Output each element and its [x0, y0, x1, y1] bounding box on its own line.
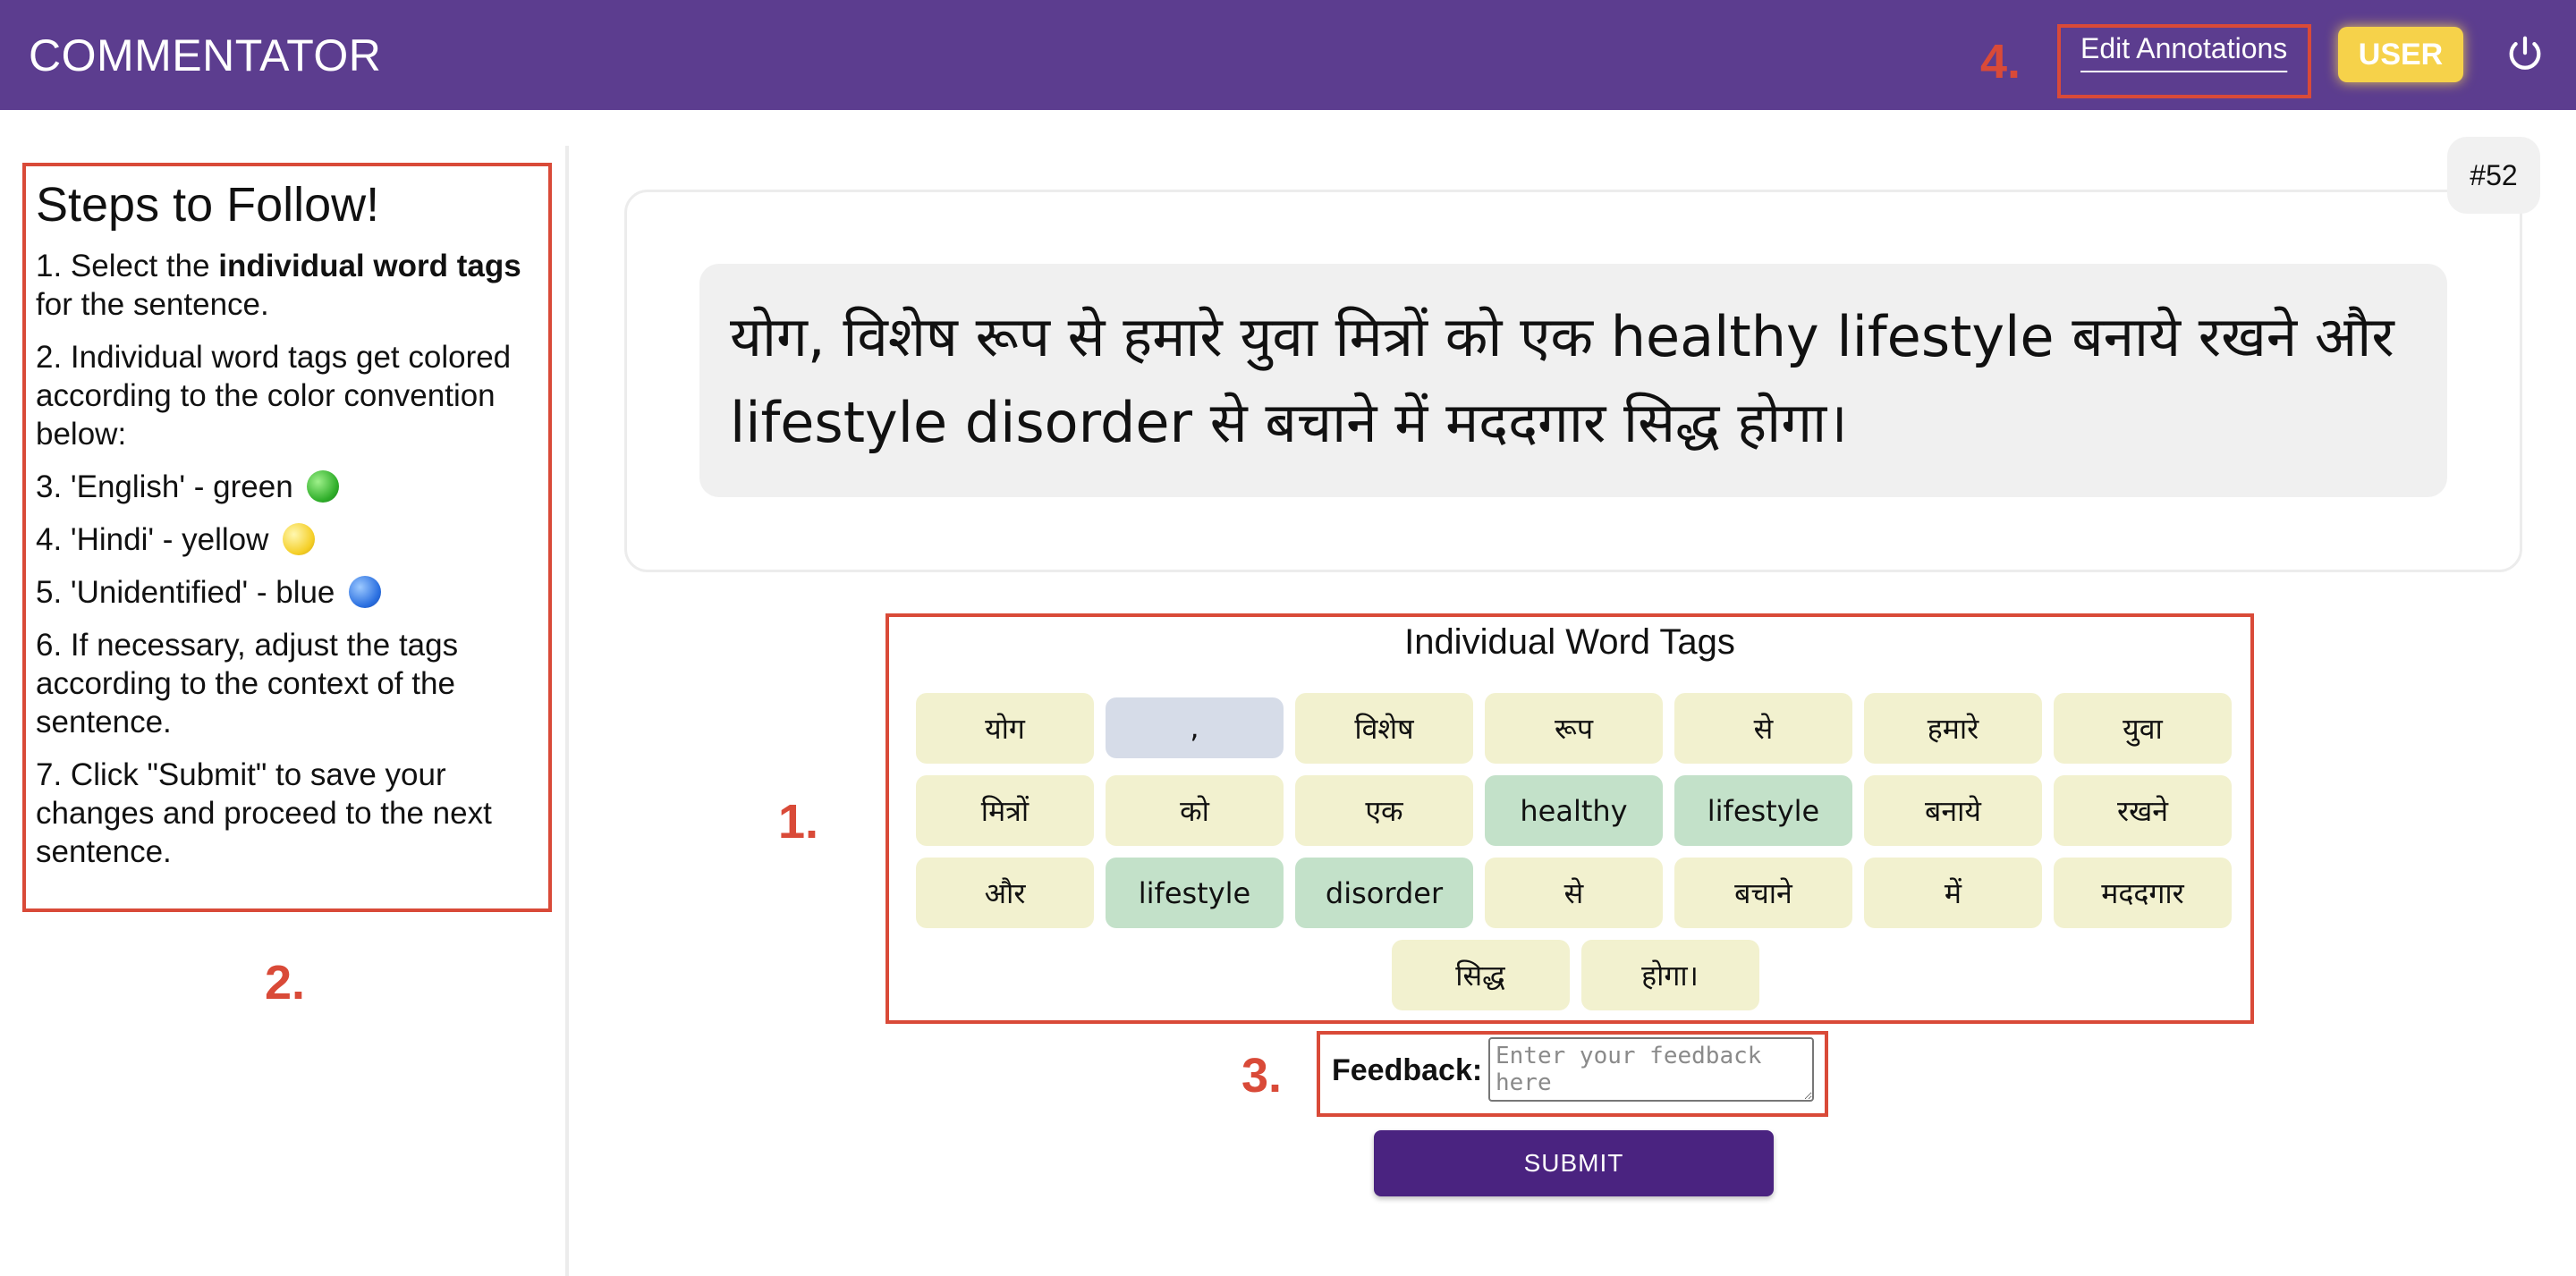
yellow-circle-icon	[283, 523, 316, 555]
word-tag[interactable]: में	[1864, 858, 2042, 928]
submit-button[interactable]: SUBMIT	[1374, 1130, 1774, 1196]
word-tag[interactable]: बचाने	[1674, 858, 1852, 928]
word-tag[interactable]: ,	[1106, 697, 1284, 758]
sentence-number-badge: #52	[2447, 137, 2540, 214]
step-1-text-bold: individual word tags	[218, 249, 521, 283]
word-tag[interactable]: मददगार	[2054, 858, 2232, 928]
step-5-text: 5. 'Unidentified' - blue	[36, 575, 335, 610]
step-1: 1. Select the individual word tags for t…	[36, 247, 546, 324]
word-tag[interactable]: से	[1485, 858, 1663, 928]
annotation-number-4: 4.	[1980, 35, 2021, 89]
step-4-text: 4. 'Hindi' - yellow	[36, 522, 269, 557]
word-tag[interactable]: रखने	[2054, 775, 2232, 846]
steps-panel: Steps to Follow! 1. Select the individua…	[36, 177, 546, 885]
word-tag[interactable]: सिद्ध	[1391, 940, 1570, 1010]
blue-circle-icon	[349, 576, 382, 608]
step-1-text-pre: 1. Select the	[36, 249, 219, 283]
word-tag[interactable]: हमारे	[1864, 693, 2042, 764]
user-badge[interactable]: USER	[2338, 27, 2463, 82]
step-7: 7. Click "Submit" to save your changes a…	[36, 757, 492, 869]
word-tag[interactable]: lifestyle	[1106, 858, 1284, 928]
step-3: 3. 'English' - green	[36, 468, 546, 506]
word-tag[interactable]: एक	[1295, 775, 1473, 846]
step-1-text-post: for the sentence.	[36, 287, 269, 322]
step-5: 5. 'Unidentified' - blue	[36, 573, 546, 612]
step-4: 4. 'Hindi' - yellow	[36, 520, 546, 559]
word-tag[interactable]: और	[916, 858, 1094, 928]
steps-title: Steps to Follow!	[36, 178, 380, 232]
step-3-text: 3. 'English' - green	[36, 469, 293, 504]
panel-divider	[565, 146, 569, 1276]
word-tag[interactable]: healthy	[1485, 775, 1663, 846]
green-circle-icon	[307, 470, 340, 503]
word-tag[interactable]: विशेष	[1295, 693, 1473, 764]
feedback-input[interactable]	[1488, 1037, 1814, 1102]
word-tag[interactable]: को	[1106, 775, 1284, 846]
power-icon[interactable]	[2504, 34, 2546, 75]
annotation-number-3: 3.	[1241, 1049, 1283, 1103]
word-tag[interactable]: योग	[916, 693, 1094, 764]
annotation-number-2: 2.	[265, 956, 306, 1010]
annotation-number-1: 1.	[778, 795, 819, 849]
word-tag[interactable]: होगा।	[1580, 940, 1759, 1010]
word-tag[interactable]: युवा	[2054, 693, 2232, 764]
page: COMMENTATOR Edit Annotations USER 4. Ste…	[0, 0, 2576, 1276]
word-tag[interactable]: रूप	[1485, 693, 1663, 764]
feedback-label: Feedback:	[1332, 1053, 1483, 1087]
app-title: COMMENTATOR	[29, 30, 382, 80]
word-tag[interactable]: lifestyle	[1674, 775, 1852, 846]
word-tag[interactable]: मित्रों	[916, 775, 1094, 846]
sentence-text: योग, विशेष रूप से हमारे युवा मित्रों को …	[699, 264, 2447, 497]
word-tags-title: Individual Word Tags	[1404, 622, 1735, 662]
annotation-box-4	[2057, 24, 2311, 98]
step-2: 2. Individual word tags get colored acco…	[36, 340, 512, 452]
word-tag[interactable]: disorder	[1295, 858, 1473, 928]
step-6: 6. If necessary, adjust the tags accordi…	[36, 628, 459, 739]
word-tag[interactable]: से	[1674, 693, 1852, 764]
word-tag[interactable]: बनाये	[1864, 775, 2042, 846]
